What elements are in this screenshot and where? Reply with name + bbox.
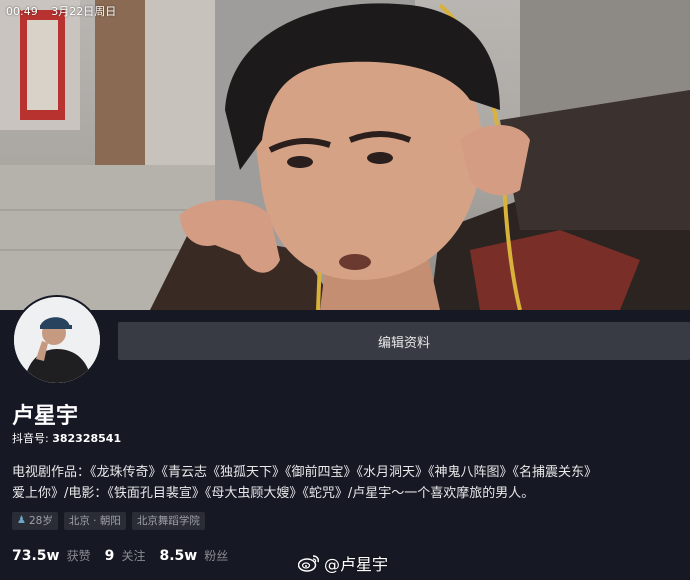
- stat-number: 73.5w: [12, 548, 60, 564]
- avatar-illustration: [14, 297, 100, 383]
- likes-stat[interactable]: 73.5w 获赞: [12, 545, 91, 564]
- bio-line: 爱上你》/电影：《铁面孔目裴宣》《母大虫顾大嫂》《蛇咒》/卢星宇～一个喜欢摩旅的…: [12, 486, 535, 501]
- following-stat[interactable]: 9 关注: [105, 545, 146, 564]
- location-tag: 北京 · 朝阳: [63, 512, 126, 530]
- profile-stats: 73.5w 获赞 9 关注 8.5w 粉丝: [12, 545, 228, 564]
- stat-label: 粉丝: [204, 549, 229, 563]
- tag-text: 北京舞蹈学院: [136, 515, 200, 527]
- tag-text: 28岁: [28, 515, 53, 527]
- status-bar: 00:49 3月22日周日: [6, 3, 116, 19]
- watermark-text: @卢星宇: [324, 555, 389, 574]
- stat-label: 获赞: [66, 549, 91, 563]
- profile-tags: ♟ 28岁 北京 · 朝阳 北京舞蹈学院: [12, 512, 205, 530]
- avatar[interactable]: [12, 295, 102, 385]
- profile-name: 卢星宇: [12, 404, 79, 429]
- bio-line: 电视剧作品：《龙珠传奇》《青云志《独孤天下》《御前四宝》《水月洞天》《神鬼八阵图…: [12, 465, 598, 480]
- cover-illustration: [0, 0, 690, 310]
- followers-stat[interactable]: 8.5w 粉丝: [159, 545, 228, 564]
- douyin-id: 抖音号: 382328541: [12, 430, 121, 446]
- weibo-watermark: @卢星宇: [298, 551, 388, 575]
- douyin-id-label: 抖音号:: [12, 432, 49, 445]
- status-time: 00:49: [6, 5, 38, 18]
- tag-text: 北京 · 朝阳: [68, 515, 121, 527]
- weibo-icon: [298, 555, 319, 572]
- age-tag: ♟ 28岁: [12, 512, 58, 530]
- profile-bio: 电视剧作品：《龙珠传奇》《青云志《独孤天下》《御前四宝》《水月洞天》《神鬼八阵图…: [12, 462, 690, 504]
- stat-number: 9: [104, 548, 115, 564]
- school-tag: 北京舞蹈学院: [131, 512, 205, 530]
- cover-photo: 00:49 3月22日周日: [0, 0, 690, 310]
- status-date: 3月22日周日: [51, 5, 117, 18]
- stat-number: 8.5w: [159, 548, 198, 564]
- douyin-id-value: 382328541: [52, 432, 122, 445]
- person-icon: ♟: [17, 515, 26, 526]
- edit-profile-button[interactable]: 编辑资料: [118, 322, 690, 360]
- stat-label: 关注: [121, 549, 146, 563]
